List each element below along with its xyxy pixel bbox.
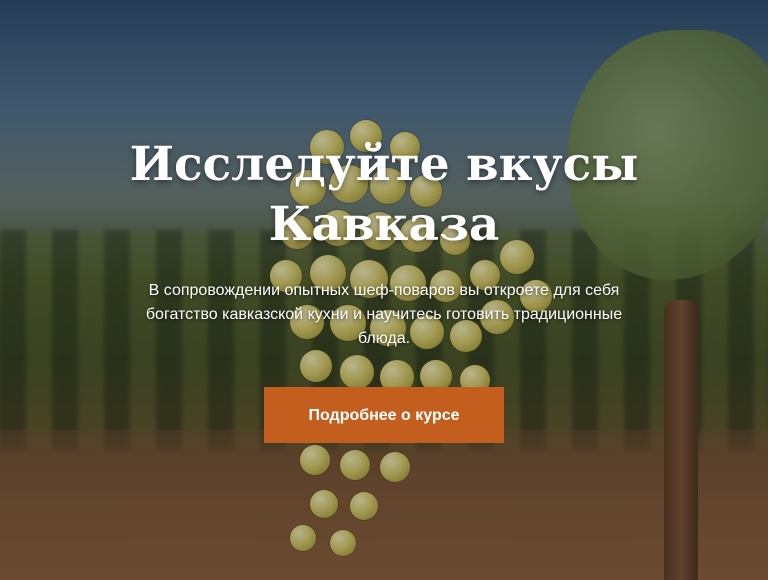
course-details-button[interactable]: Подробнее о курсе (264, 387, 504, 443)
hero-section: Исследуйте вкусы Кавказа В сопровождении… (0, 0, 768, 580)
hero-title: Исследуйте вкусы Кавказа (129, 137, 639, 252)
hero-content: Исследуйте вкусы Кавказа В сопровождении… (0, 135, 768, 443)
hero-subtitle: В сопровождении опытных шеф-поваров вы о… (145, 282, 623, 347)
